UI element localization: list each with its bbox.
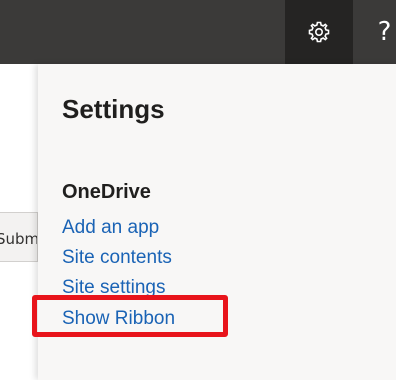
site-contents-link[interactable]: Site contents xyxy=(62,247,172,269)
help-button[interactable]: ? xyxy=(353,0,396,64)
add-an-app-link[interactable]: Add an app xyxy=(62,217,159,239)
show-ribbon-link[interactable]: Show Ribbon xyxy=(62,308,175,330)
suite-header-bar: ? xyxy=(0,0,396,64)
settings-panel: Settings OneDrive Add an app Site conten… xyxy=(38,64,396,380)
settings-panel-title: Settings xyxy=(62,94,165,124)
help-icon: ? xyxy=(377,17,392,47)
settings-button[interactable] xyxy=(285,0,353,64)
onedrive-section-heading: OneDrive xyxy=(62,181,151,203)
site-settings-link[interactable]: Site settings xyxy=(62,277,166,299)
submission-button-partial[interactable]: Submiss xyxy=(0,212,38,262)
gear-icon xyxy=(308,21,330,43)
submission-button-label: Submiss xyxy=(0,230,38,248)
